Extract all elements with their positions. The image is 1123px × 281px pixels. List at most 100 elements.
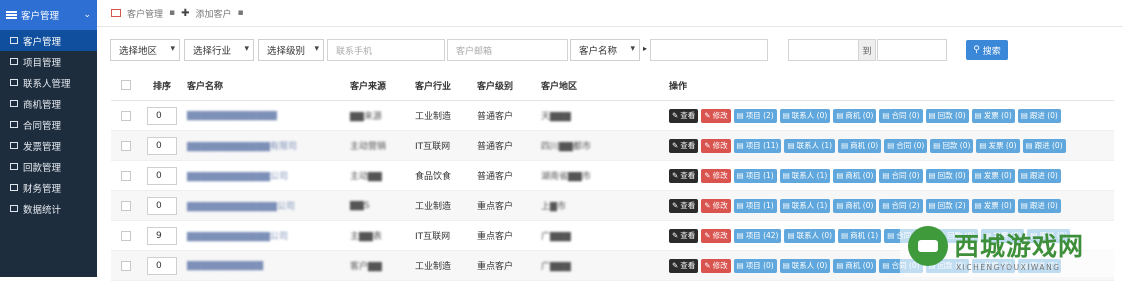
opportunities-button[interactable]: ▤ 商机 (0) [833,198,877,213]
header-name[interactable]: 客户名称 [183,70,346,100]
payments-button[interactable]: ▤回款 (0) [925,168,969,183]
followups-button[interactable]: ▤跟进 (0) [1017,108,1061,123]
customer-name[interactable]: ▇▇▇▇▇▇▇▇▇▇▇▇▇ [183,101,346,130]
sidebar-item-customers[interactable]: 客户管理 [0,30,97,51]
region-select[interactable]: 选择地区 [110,39,180,61]
followups-button[interactable]: ▤跟进 (0) [1017,168,1061,183]
invoices-button[interactable]: ▤发票 (0) [971,168,1015,183]
sort-input[interactable]: 0 [147,136,177,155]
customer-name[interactable]: ▇▇▇▇▇▇▇▇▇▇▇ [183,251,346,280]
opportunities-button[interactable]: ▤ 商机 (0) [833,108,877,123]
contacts-button[interactable]: ▤ 联系人 (0) [779,108,831,123]
sidebar-item-payments[interactable]: 回款管理 [0,156,97,177]
keyword-input[interactable] [650,39,768,61]
opportunities-button[interactable]: ▤ 商机 (0) [838,138,882,153]
view-button[interactable]: ✎ 查看 [669,138,699,153]
select-all-checkbox[interactable] [121,80,131,90]
breadcrumb-home[interactable]: 客户管理 [127,7,163,20]
sidebar-item-projects[interactable]: 项目管理 [0,51,97,72]
contacts-button[interactable]: ▤ 联系人 (1) [784,138,836,153]
header-level[interactable]: 客户级别 [473,70,537,100]
row-checkbox[interactable] [121,170,131,181]
row-checkbox[interactable] [121,110,131,121]
view-button[interactable]: ✎ 查看 [669,228,699,243]
contacts-button[interactable]: ▤ 联系人 (1) [779,168,831,183]
contracts-button[interactable]: ▤合同 (0) [879,168,923,183]
customer-name[interactable]: ▇▇▇▇▇▇▇▇▇▇▇▇有限司 [183,131,346,160]
row-checkbox[interactable] [121,260,131,271]
edit-button[interactable]: ✎ 修改 [701,138,731,153]
view-button[interactable]: ✎ 查看 [669,168,699,183]
customer-name[interactable]: ▇▇▇▇▇▇▇▇▇▇▇▇▇公司 [183,191,346,220]
payments-button[interactable]: ▤回款 (0) [930,138,974,153]
opportunities-button[interactable]: ▤ 商机 (0) [833,258,877,273]
header-region[interactable]: 客户地区 [537,70,666,100]
row-checkbox[interactable] [121,200,131,211]
sort-input[interactable]: 0 [147,256,177,275]
view-button[interactable]: ✎ 查看 [669,198,699,213]
opportunities-button[interactable]: ▤ 商机 (1) [838,228,882,243]
projects-button[interactable]: ▤ 项目 (1) [733,198,777,213]
breadcrumb-current[interactable]: 添加客户 [196,7,232,20]
sidebar-item-statistics[interactable]: 数据统计 [0,198,97,219]
range-start-input[interactable] [788,39,859,61]
table-icon: ▤ [787,231,795,240]
phone-input[interactable]: 联系手机 [327,39,445,61]
payments-button[interactable]: ▤回款 (0) [925,108,969,123]
contracts-button[interactable]: ▤合同 (0) [879,108,923,123]
action-label: 修改 [712,201,728,210]
header-industry[interactable]: 客户行业 [411,70,473,100]
invoices-button[interactable]: ▤发票 (0) [971,198,1015,213]
customer-name[interactable]: ▇▇▇▇▇▇▇▇▇▇▇▇公司 [183,161,346,190]
payments-button[interactable]: ▤ 回款 (2) [925,198,969,213]
customer-source: ▇▇S [350,200,370,211]
edit-button[interactable]: ✎ 修改 [701,228,731,243]
edit-button[interactable]: ✎ 修改 [701,108,731,123]
view-button[interactable]: ✎ 查看 [669,258,699,273]
view-button[interactable]: ✎ 查看 [669,108,699,123]
row-checkbox[interactable] [121,230,131,241]
header-source[interactable]: 客户来源 [346,70,411,100]
sidebar-header[interactable]: 客户管理 ⌄ [0,0,97,30]
projects-button[interactable]: ▤ 项目 (11) [733,138,782,153]
action-label: 联系人 (0) [791,261,828,270]
edit-button[interactable]: ✎ 修改 [701,168,731,183]
projects-button[interactable]: ▤ 项目 (2) [733,108,777,123]
sidebar-item-opportunities[interactable]: 商机管理 [0,93,97,114]
contracts-button[interactable]: ▤ 合同 (2) [879,198,923,213]
projects-button[interactable]: ▤ 项目 (1) [733,168,777,183]
sort-input[interactable]: 0 [147,196,177,215]
projects-button[interactable]: ▤ 项目 (0) [733,258,777,273]
search-button[interactable]: ⚲ 搜索 [966,40,1008,60]
customer-name[interactable]: ▇▇▇▇▇▇▇▇▇▇▇▇公司 [183,221,346,250]
projects-button[interactable]: ▤ 项目 (42) [733,228,782,243]
email-input[interactable]: 客户邮箱 [447,39,568,61]
industry-select[interactable]: 选择行业 [184,39,254,61]
edit-button[interactable]: ✎ 修改 [701,258,731,273]
contracts-button[interactable]: ▤合同 (0) [884,138,928,153]
watermark-subtitle: XICHENGYOUXIWANG [956,263,1061,272]
edit-button[interactable]: ✎ 修改 [701,198,731,213]
field-select[interactable]: 客户名称 [570,39,640,61]
sidebar-item-contacts[interactable]: 联系人管理 [0,72,97,93]
sidebar-item-invoices[interactable]: 发票管理 [0,135,97,156]
header-sort[interactable]: 排序 [141,70,183,100]
followups-button[interactable]: ▤跟进 (0) [1022,138,1066,153]
sidebar-item-finance[interactable]: 财务管理 [0,177,97,198]
table-icon: ▤ [782,261,790,270]
opportunities-button[interactable]: ▤ 商机 (0) [833,168,877,183]
contacts-button[interactable]: ▤ 联系人 (0) [779,258,831,273]
sort-input[interactable]: 0 [147,106,177,125]
invoices-button[interactable]: ▤发票 (0) [971,108,1015,123]
range-end-input[interactable] [877,39,947,61]
sidebar-item-label: 项目管理 [23,57,62,69]
contacts-button[interactable]: ▤ 联系人 (0) [784,228,836,243]
followups-button[interactable]: ▤跟进 (0) [1017,198,1061,213]
row-checkbox[interactable] [121,140,131,151]
sidebar-item-contracts[interactable]: 合同管理 [0,114,97,135]
invoices-button[interactable]: ▤发票 (0) [976,138,1020,153]
contacts-button[interactable]: ▤ 联系人 (1) [779,198,831,213]
sort-input[interactable]: 0 [147,166,177,185]
sort-input[interactable]: 9 [147,226,177,245]
level-select[interactable]: 选择级别 [258,39,324,61]
